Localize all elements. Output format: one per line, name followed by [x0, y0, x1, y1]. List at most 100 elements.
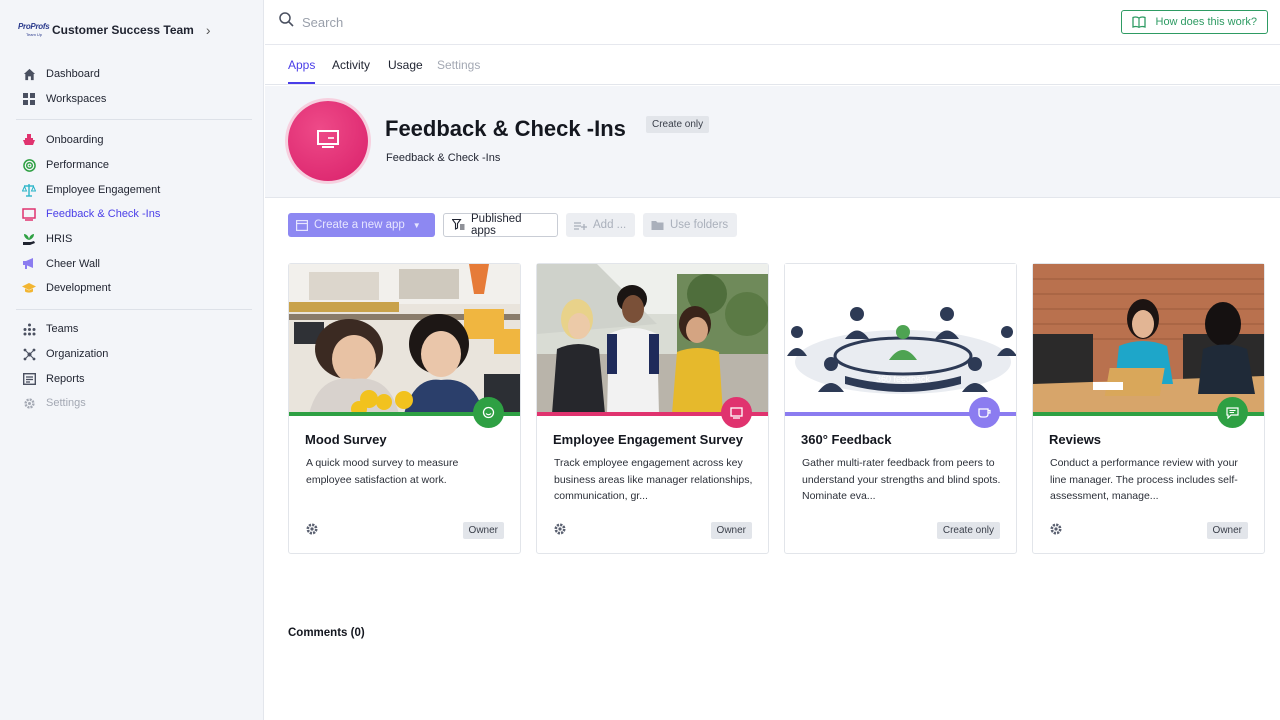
card-image — [1033, 264, 1264, 414]
card-image — [289, 264, 520, 414]
sidebar-item-label: Settings — [46, 397, 86, 410]
help-button-label: How does this work? — [1155, 16, 1258, 28]
logo-subtext: Team Up — [26, 32, 43, 37]
sidebar-divider — [16, 119, 252, 120]
sidebar-item-performance[interactable]: Performance — [16, 153, 252, 178]
page-subtitle: Feedback & Check -Ins — [386, 152, 501, 164]
create-new-app-button[interactable]: Create a new app ▼ — [288, 213, 435, 237]
sidebar-item-onboarding[interactable]: Onboarding — [16, 128, 252, 153]
sidebar-item-label: HRIS — [46, 233, 73, 246]
sidebar-item-development[interactable]: Development — [16, 276, 252, 301]
screen-icon — [315, 128, 341, 155]
proprofs-logo: ProProfs Team Up — [18, 20, 50, 40]
sidebar-item-feedback-check-ins[interactable]: Feedback & Check -Ins — [16, 202, 252, 227]
app-card-reviews[interactable]: Reviews Conduct a performance review wit… — [1032, 263, 1265, 554]
home-icon — [22, 67, 36, 81]
coffee-icon — [969, 397, 1000, 428]
sidebar-item-workspaces[interactable]: Workspaces — [16, 87, 252, 112]
card-title: Reviews — [1049, 432, 1102, 447]
sidebar-item-reports[interactable]: Reports — [16, 366, 252, 391]
how-does-this-work-button[interactable]: How does this work? — [1120, 10, 1268, 34]
sidebar-item-dashboard[interactable]: Dashboard — [16, 62, 252, 87]
sidebar-item-label: Organization — [46, 348, 109, 361]
page-title: Feedback & Check -Ins — [385, 116, 626, 141]
team-switcher[interactable]: ProProfs Team Up Customer Success Team › — [18, 18, 211, 42]
sidebar: ProProfs Team Up Customer Success Team ›… — [0, 0, 264, 720]
screen-icon — [721, 397, 752, 428]
sidebar-item-cheer-wall[interactable]: Cheer Wall — [16, 251, 252, 276]
app-card-mood-survey[interactable]: Mood Survey A quick mood survey to measu… — [288, 263, 521, 554]
chat-icon — [1217, 397, 1248, 428]
app-header: Feedback & Check -Ins Create only Feedba… — [265, 86, 1280, 198]
card-image: 360 feedback — [785, 264, 1016, 414]
gear-icon — [22, 396, 36, 410]
smile-icon — [473, 397, 504, 428]
sidebar-item-label: Cheer Wall — [46, 257, 100, 270]
plant-hand-icon — [22, 232, 36, 246]
card-settings-gear-icon[interactable] — [1049, 522, 1063, 536]
screen-icon — [22, 207, 36, 221]
card-description: Gather multi-rater feedback from peers t… — [802, 457, 1001, 502]
comments-heading[interactable]: Comments (0) — [288, 627, 365, 639]
sidebar-item-label: Development — [46, 282, 111, 295]
sidebar-item-organization[interactable]: Organization — [16, 342, 252, 367]
search-bar[interactable]: Search — [279, 12, 343, 32]
toolbar: Create a new app ▼ Published apps Add ..… — [288, 213, 745, 239]
scale-icon — [22, 183, 36, 197]
card-settings-gear-icon[interactable] — [553, 522, 567, 536]
card-description: Conduct a performance review with your l… — [1050, 457, 1238, 502]
sidebar-item-teams[interactable]: Teams — [16, 317, 252, 342]
sidebar-item-employee-engagement[interactable]: Employee Engagement — [16, 177, 252, 202]
published-apps-button[interactable]: Published apps — [443, 213, 558, 237]
sidebar-divider — [16, 309, 252, 310]
sidebar-item-label: Workspaces — [46, 93, 107, 106]
sidebar-item-label: Performance — [46, 159, 109, 172]
tab-usage[interactable]: Usage — [388, 58, 423, 82]
org-icon — [22, 347, 36, 361]
app-icon — [288, 101, 368, 181]
tab-bar: Apps Activity Usage Settings — [265, 45, 1280, 85]
tab-apps[interactable]: Apps — [288, 58, 316, 84]
app-icon — [296, 219, 308, 231]
sidebar-item-label: Reports — [46, 372, 85, 385]
card-settings-gear-icon[interactable] — [305, 522, 319, 536]
sidebar-item-settings[interactable]: Settings — [16, 391, 252, 416]
card-image-caption: 360 feedback — [876, 374, 931, 384]
role-badge: Owner — [1206, 522, 1248, 539]
sidebar-item-label: Dashboard — [46, 68, 100, 81]
sidebar-item-hris[interactable]: HRIS — [16, 227, 252, 252]
grid-icon — [22, 92, 36, 106]
add-button[interactable]: Add ... — [566, 213, 635, 237]
team-name: Customer Success Team — [52, 23, 194, 37]
card-description: A quick mood survey to measure employee … — [306, 457, 459, 486]
role-badge: Owner — [462, 522, 504, 539]
app-card-360-feedback[interactable]: 360 feedback 360° Feedback Gather multi-… — [784, 263, 1017, 554]
chevron-right-icon: › — [205, 22, 211, 38]
search-input[interactable]: Search — [302, 15, 343, 30]
tab-activity[interactable]: Activity — [332, 58, 370, 82]
megaphone-icon — [22, 257, 36, 271]
topbar: Search How does this work? — [265, 0, 1280, 45]
sidebar-item-label: Feedback & Check -Ins — [46, 208, 161, 221]
tab-settings[interactable]: Settings — [437, 58, 480, 82]
reports-icon — [22, 372, 36, 386]
use-folders-label: Use folders — [670, 219, 729, 231]
add-button-label: Add ... — [593, 219, 627, 231]
status-badge: Create only — [646, 116, 710, 133]
book-icon — [1131, 16, 1146, 28]
card-title: 360° Feedback — [801, 432, 892, 447]
create-button-label: Create a new app — [314, 219, 405, 231]
sidebar-item-label: Employee Engagement — [46, 183, 161, 196]
role-badge: Owner — [710, 522, 752, 539]
filter-icon — [452, 219, 465, 231]
card-title: Mood Survey — [305, 432, 387, 447]
add-list-icon — [574, 220, 587, 231]
use-folders-button[interactable]: Use folders — [643, 213, 737, 237]
target-icon — [22, 158, 36, 172]
role-badge: Create only — [936, 522, 1000, 539]
teams-icon — [22, 322, 36, 336]
logo-text: ProProfs — [18, 22, 50, 31]
ship-icon — [22, 133, 36, 147]
card-title: Employee Engagement Survey — [553, 432, 744, 447]
app-card-employee-engagement-survey[interactable]: Employee Engagement Survey Track employe… — [536, 263, 769, 554]
